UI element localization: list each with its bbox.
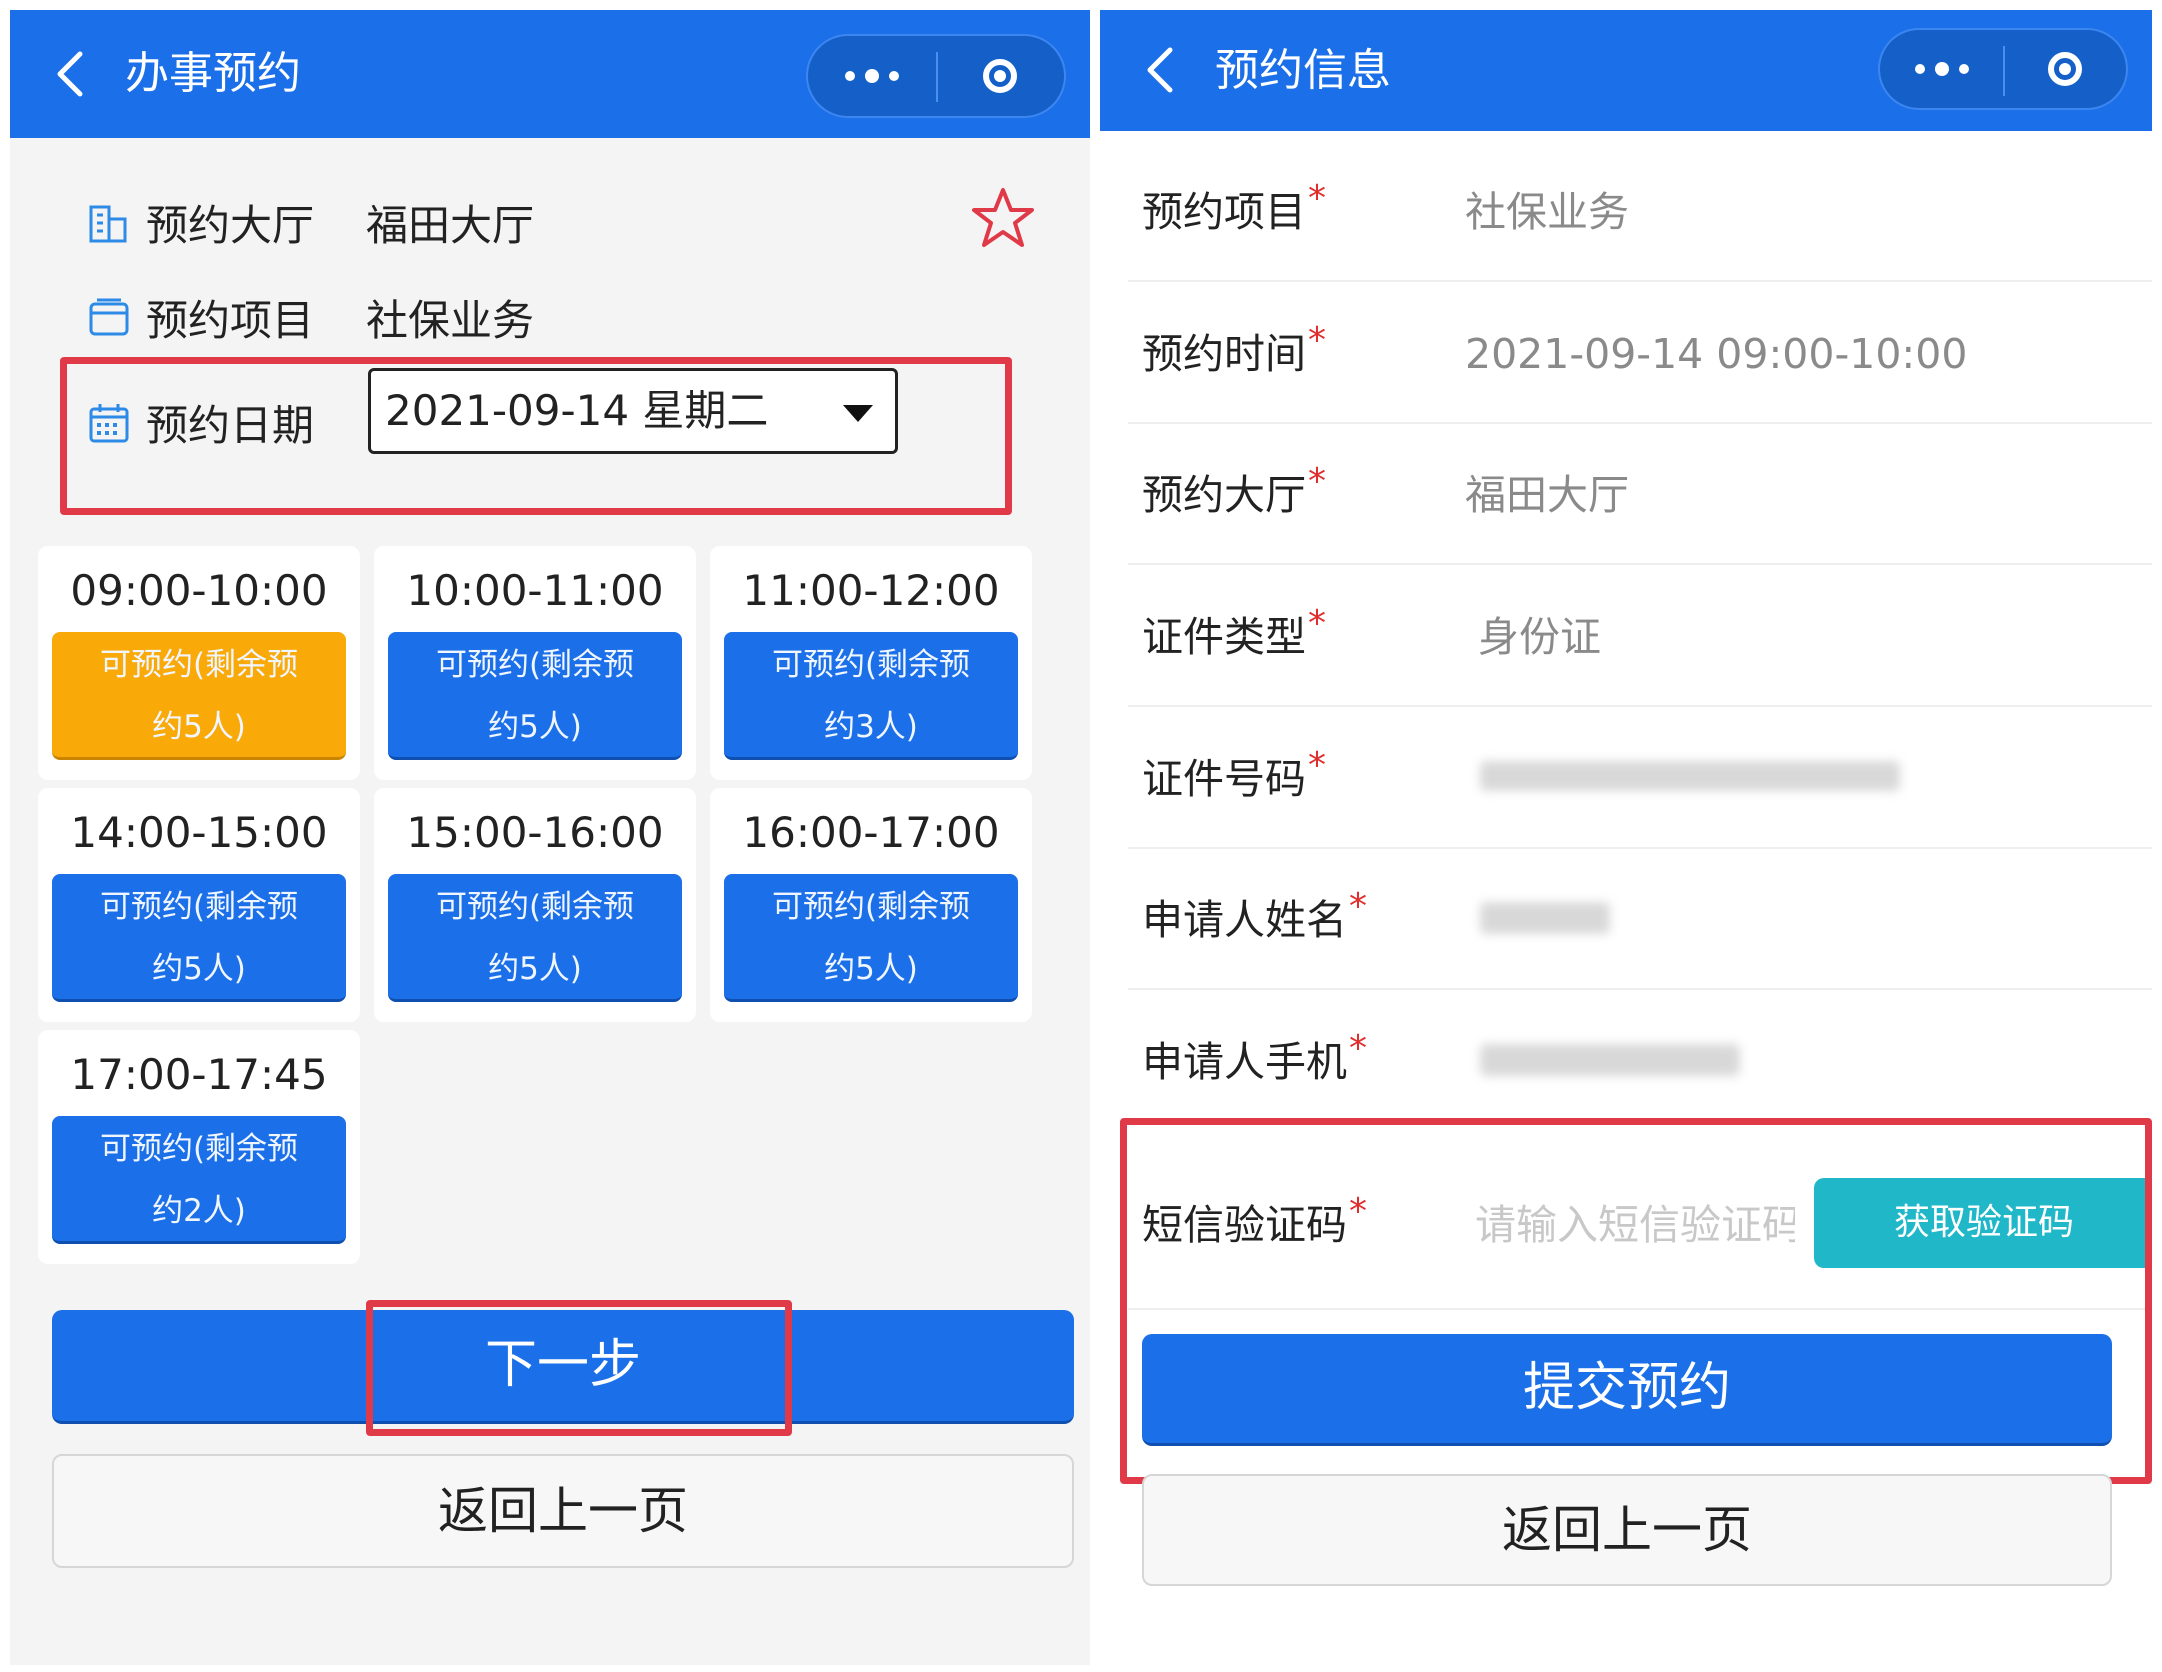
slot-status-badge[interactable]: 可预约(剩余预 约5人) [388, 874, 682, 1002]
highlight-box-date [60, 357, 1012, 515]
field-row: 预约大厅* 福田大厅 [1100, 425, 2152, 565]
time-slot[interactable]: 16:00-17:00 可预约(剩余预 约5人) [710, 788, 1032, 1022]
field-label: 预约时间* [1142, 320, 1326, 378]
field-value: 身份证 [1478, 613, 1601, 661]
item-row: 预约项目 社保业务 [86, 287, 534, 348]
slot-time: 14:00-15:00 [70, 808, 328, 857]
slot-time: 11:00-12:00 [742, 566, 1000, 615]
hall-value: 福田大厅 [366, 201, 535, 250]
building-icon [86, 200, 132, 246]
field-row: 申请人姓名* [1100, 850, 2152, 990]
time-slot[interactable]: 10:00-11:00 可预约(剩余预 约5人) [374, 546, 696, 780]
slot-status-badge[interactable]: 可预约(剩余预 约5人) [388, 632, 682, 760]
close-target-icon[interactable] [2003, 30, 2126, 108]
field-label: 申请人姓名* [1142, 886, 1367, 944]
time-slot[interactable]: 17:00-17:45 可预约(剩余预 约2人) [38, 1030, 360, 1264]
close-target-icon[interactable] [936, 36, 1064, 116]
hall-row: 预约大厅 福田大厅 [86, 192, 534, 253]
field-row: 申请人手机* [1100, 992, 2152, 1132]
slot-time: 09:00-10:00 [70, 566, 328, 615]
field-label: 预约项目* [1142, 178, 1326, 236]
field-row: 预约项目* 社保业务 [1100, 142, 2152, 282]
field-label: 预约大厅* [1142, 461, 1326, 519]
mini-program-capsule [1878, 28, 2128, 110]
divider [1128, 988, 2152, 990]
back-arrow-icon[interactable] [1140, 40, 1200, 100]
time-slot[interactable]: 09:00-10:00 可预约(剩余预 约5人) [38, 546, 360, 780]
divider [1128, 705, 2152, 707]
page-title: 预约信息 [1215, 45, 1391, 96]
slot-status-badge[interactable]: 可预约(剩余预 约5人) [52, 874, 346, 1002]
hall-label: 预约大厅 [146, 201, 315, 250]
booking-info-screen: 预约信息 预约项目* 社保业务 预约时间* 2021-09-14 09:00-1… [1100, 10, 2152, 1665]
slot-status-badge[interactable]: 可预约(剩余预 约5人) [724, 874, 1018, 1002]
item-label: 预约项目 [146, 296, 315, 345]
more-icon[interactable] [1880, 30, 2003, 108]
more-icon[interactable] [808, 36, 936, 116]
slot-time: 16:00-17:00 [742, 808, 1000, 857]
nav-bar: 预约信息 [1100, 10, 2152, 131]
field-label: 申请人手机* [1142, 1028, 1367, 1086]
divider [1128, 280, 2152, 282]
slot-time: 15:00-16:00 [406, 808, 664, 857]
field-label: 证件类型* [1142, 603, 1326, 661]
field-value: 社保业务 [1465, 188, 1629, 236]
divider [1128, 563, 2152, 565]
booking-screen: 办事预约 预约大厅 福田大厅 预约项目 社保业务 预约日期 2021-09-14… [10, 10, 1090, 1665]
highlight-box-next [366, 1300, 792, 1436]
back-arrow-icon[interactable] [50, 44, 110, 104]
time-slot[interactable]: 15:00-16:00 可预约(剩余预 约5人) [374, 788, 696, 1022]
back-button[interactable]: 返回上一页 [52, 1454, 1074, 1568]
redacted-id-number [1480, 761, 1900, 791]
time-slot[interactable]: 11:00-12:00 可预约(剩余预 约3人) [710, 546, 1032, 780]
page-title: 办事预约 [125, 48, 301, 99]
nav-bar: 办事预约 [10, 10, 1090, 138]
field-label: 证件号码* [1142, 745, 1326, 803]
time-slot[interactable]: 14:00-15:00 可预约(剩余预 约5人) [38, 788, 360, 1022]
slot-status-badge[interactable]: 可预约(剩余预 约3人) [724, 632, 1018, 760]
field-row: 证件号码* [1100, 709, 2152, 849]
mini-program-capsule [806, 34, 1066, 118]
slot-status-badge[interactable]: 可预约(剩余预 约5人) [52, 632, 346, 760]
highlight-box-submit [1120, 1118, 2152, 1484]
redacted-name [1480, 902, 1610, 934]
field-value: 福田大厅 [1465, 471, 1629, 519]
field-row: 证件类型* 身份证 [1100, 567, 2152, 707]
slot-status-badge[interactable]: 可预约(剩余预 约2人) [52, 1116, 346, 1244]
redacted-phone [1480, 1044, 1740, 1076]
field-row: 预约时间* 2021-09-14 09:00-10:00 [1100, 284, 2152, 424]
favorite-star-icon[interactable] [970, 185, 1036, 251]
back-button[interactable]: 返回上一页 [1142, 1474, 2112, 1586]
card-icon [86, 295, 132, 341]
slot-time: 17:00-17:45 [70, 1050, 328, 1099]
item-value: 社保业务 [366, 296, 535, 345]
divider [1128, 422, 2152, 424]
slot-time: 10:00-11:00 [406, 566, 664, 615]
divider [1128, 847, 2152, 849]
field-value: 2021-09-14 09:00-10:00 [1465, 330, 1968, 378]
